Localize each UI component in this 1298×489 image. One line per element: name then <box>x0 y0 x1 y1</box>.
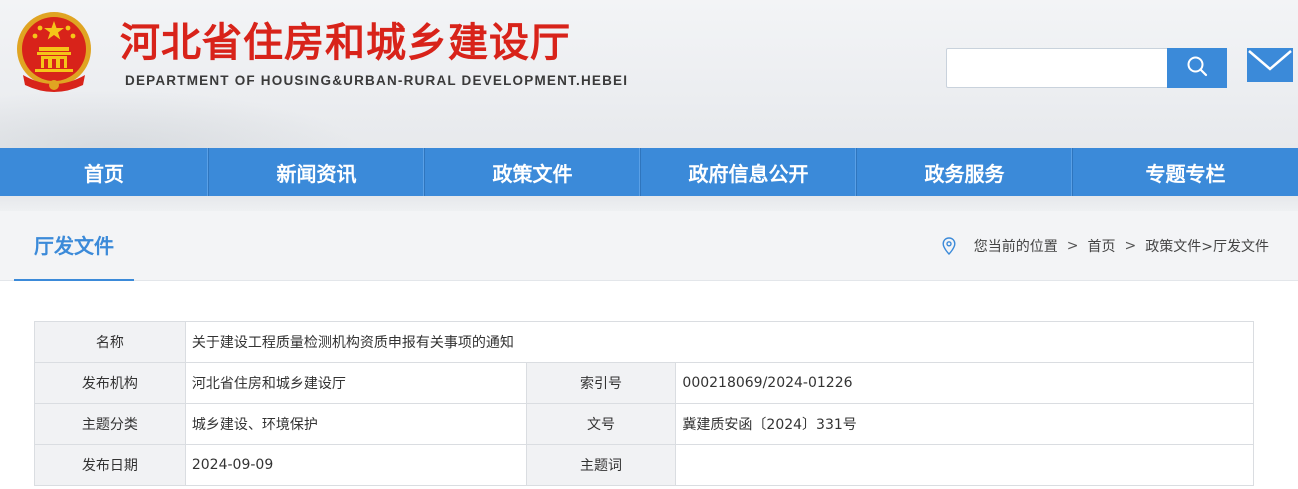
date-label: 发布日期 <box>34 444 186 486</box>
index-label: 索引号 <box>525 362 677 404</box>
nav-gap-band <box>0 196 1298 211</box>
breadcrumb-bar: 厅发文件 您当前的位置 > 首页 > 政策文件>厅发文件 <box>0 211 1298 281</box>
breadcrumb-prefix: 您当前的位置 <box>973 239 1058 255</box>
section-title-underline <box>14 279 134 281</box>
location-pin-icon <box>942 237 956 255</box>
breadcrumb-trail-link[interactable]: 政策文件>厅发文件 <box>1145 236 1269 256</box>
publisher-label: 发布机构 <box>34 362 186 404</box>
publisher-value: 河北省住房和城乡建设厅 <box>184 362 527 404</box>
national-emblem-icon <box>13 9 95 95</box>
nav-item-gov-info[interactable]: 政府信息公开 <box>641 148 857 196</box>
keyword-value <box>675 444 1254 486</box>
breadcrumb-separator: > <box>1124 238 1137 254</box>
breadcrumb-home-link[interactable]: 首页 <box>1088 236 1116 256</box>
document-info-table: 名称 关于建设工程质量检测机构资质申报有关事项的通知 发布机构 河北省住房和城乡… <box>34 321 1255 486</box>
nav-item-home[interactable]: 首页 <box>0 148 209 196</box>
section-title: 厅发文件 <box>34 234 114 258</box>
search-icon <box>1186 55 1208 81</box>
header-background <box>0 90 360 148</box>
doc-number-value: 冀建质安函〔2024〕331号 <box>675 403 1254 445</box>
site-title: 河北省住房和城乡建设厅 <box>120 20 571 66</box>
name-label: 名称 <box>34 321 186 363</box>
site-subtitle: DEPARTMENT OF HOUSING&URBAN-RURAL DEVELO… <box>125 73 629 88</box>
search-box <box>946 48 1227 88</box>
breadcrumb: 您当前的位置 > 首页 > 政策文件>厅发文件 <box>942 235 1269 257</box>
search-button[interactable] <box>1167 48 1227 88</box>
breadcrumb-separator: > <box>1066 238 1079 254</box>
content-panel: 厅发文件 您当前的位置 > 首页 > 政策文件>厅发文件 名称 关于建设工程质量… <box>0 211 1298 489</box>
nav-item-special-topics[interactable]: 专题专栏 <box>1073 148 1298 196</box>
table-row: 发布机构 河北省住房和城乡建设厅 索引号 000218069/2024-0122… <box>34 362 1254 404</box>
table-row: 主题分类 城乡建设、环境保护 文号 冀建质安函〔2024〕331号 <box>34 403 1254 445</box>
nav-item-news[interactable]: 新闻资讯 <box>209 148 425 196</box>
main-nav: 首页 新闻资讯 政策文件 政府信息公开 政务服务 专题专栏 <box>0 148 1298 196</box>
name-value: 关于建设工程质量检测机构资质申报有关事项的通知 <box>184 321 1255 363</box>
keyword-label: 主题词 <box>525 444 677 486</box>
nav-item-gov-services[interactable]: 政务服务 <box>857 148 1073 196</box>
doc-number-label: 文号 <box>525 403 677 445</box>
site-header: 河北省住房和城乡建设厅 DEPARTMENT OF HOUSING&URBAN-… <box>0 0 1298 148</box>
topic-label: 主题分类 <box>34 403 186 445</box>
mail-button[interactable] <box>1246 48 1294 86</box>
table-row: 名称 关于建设工程质量检测机构资质申报有关事项的通知 <box>34 321 1255 363</box>
topic-value: 城乡建设、环境保护 <box>184 403 527 445</box>
search-input[interactable] <box>947 49 1167 87</box>
date-value: 2024-09-09 <box>184 444 527 486</box>
index-value: 000218069/2024-01226 <box>675 362 1254 404</box>
table-row: 发布日期 2024-09-09 主题词 <box>34 444 1254 486</box>
mail-icon <box>1246 47 1294 87</box>
nav-item-policy-files[interactable]: 政策文件 <box>425 148 641 196</box>
